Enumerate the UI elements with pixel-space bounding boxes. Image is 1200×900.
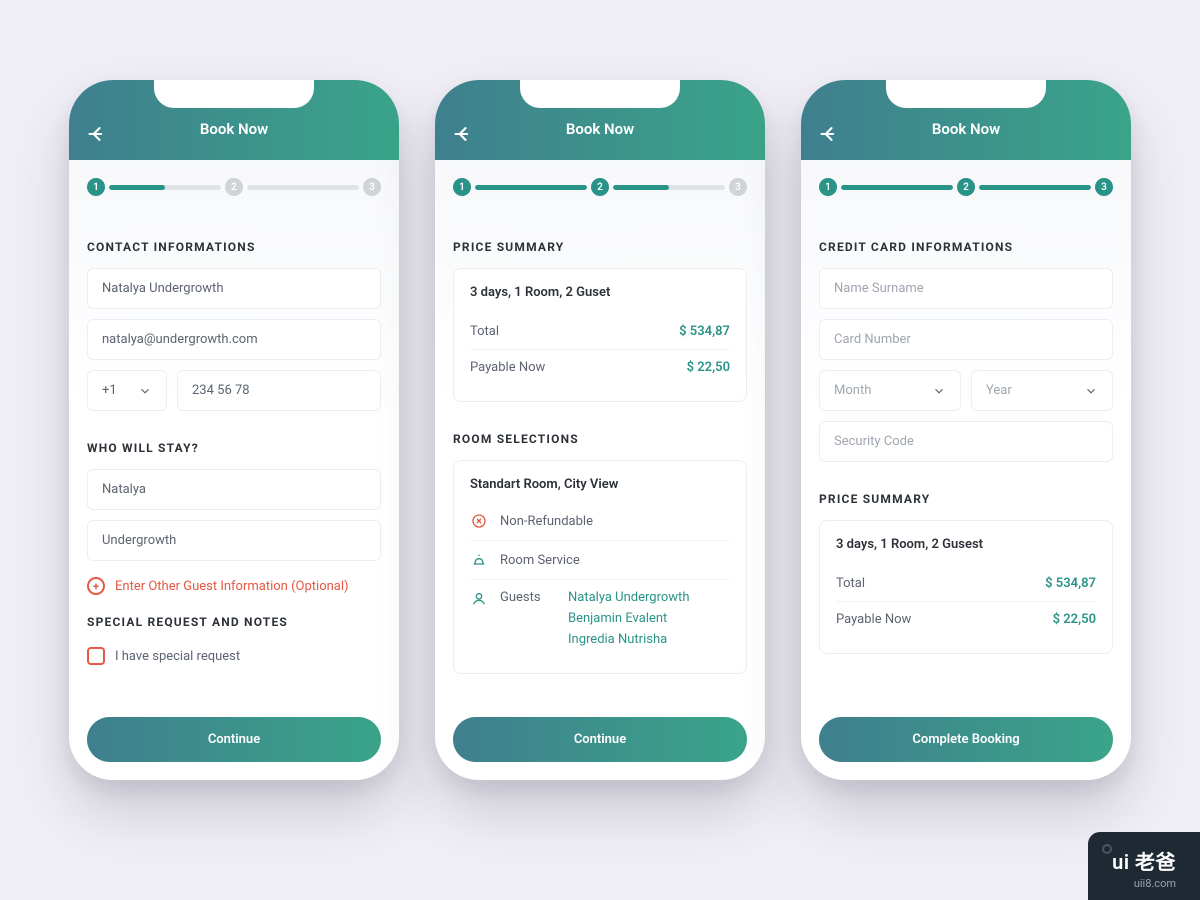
section-stay-label: WHO WILL STAY?	[87, 441, 381, 455]
cvv-input[interactable]: Security Code	[819, 421, 1113, 462]
section-price-label: PRICE SUMMARY	[453, 240, 747, 254]
total-value: $ 534,87	[679, 324, 730, 339]
phone-screen-summary: Book Now 1 2 3 PRICE SUMMARY 3 days, 1 R…	[435, 80, 765, 780]
guest-name: Benjamin Evalent	[568, 611, 689, 626]
watermark-url: uii8.com	[1112, 877, 1176, 890]
progress-stepper: 1 2 3	[819, 178, 1113, 196]
app-header: Book Now	[435, 80, 765, 160]
room-service-label: Room Service	[500, 553, 580, 568]
back-button[interactable]	[87, 122, 111, 146]
guest-name: Ingredia Nutrisha	[568, 632, 689, 647]
special-request-checkbox-row[interactable]: I have special request	[87, 647, 381, 665]
phone-input[interactable]: 234 56 78	[177, 370, 381, 411]
cardholder-input[interactable]: Name Surname	[819, 268, 1113, 309]
continue-button[interactable]: Continue	[453, 717, 747, 762]
arrow-left-icon	[819, 124, 839, 144]
back-button[interactable]	[819, 122, 843, 146]
price-summary-card: 3 days, 1 Room, 2 Gusest Total $ 534,87 …	[819, 520, 1113, 654]
arrow-left-icon	[453, 124, 473, 144]
page-title: Book Now	[200, 120, 268, 138]
page-title: Book Now	[566, 120, 634, 138]
progress-stepper: 1 2 3	[87, 178, 381, 196]
circle-icon	[1102, 844, 1112, 854]
chevron-down-icon	[1084, 384, 1098, 398]
step-2-dot: 2	[225, 178, 243, 196]
guest-lastname-input[interactable]: Undergrowth	[87, 520, 381, 561]
app-header: Book Now	[69, 80, 399, 160]
phone-screen-payment: Book Now 1 2 3 CREDIT CARD INFORMATIONS …	[801, 80, 1131, 780]
page-title: Book Now	[932, 120, 1000, 138]
dialcode-value: +1	[102, 383, 117, 398]
guest-list: Natalya Undergrowth Benjamin Evalent Ing…	[568, 590, 689, 647]
total-label: Total	[836, 576, 865, 591]
expiry-month-select[interactable]: Month	[819, 370, 961, 411]
phone-screen-contact: Book Now 1 2 3 CONTACT INFORMATIONS Nata…	[69, 80, 399, 780]
payable-value: $ 22,50	[1053, 612, 1096, 627]
payable-value: $ 22,50	[687, 360, 730, 375]
email-input[interactable]: natalya@undergrowth.com	[87, 319, 381, 360]
step-1-dot: 1	[453, 178, 471, 196]
payable-label: Payable Now	[470, 360, 545, 375]
chevron-down-icon	[138, 384, 152, 398]
step-1-dot: 1	[87, 178, 105, 196]
section-room-label: ROOM SELECTIONS	[453, 432, 747, 446]
bell-icon	[470, 551, 488, 569]
phone-notch	[154, 80, 314, 108]
dialcode-select[interactable]: +1	[87, 370, 167, 411]
chevron-down-icon	[932, 384, 946, 398]
booking-summary-text: 3 days, 1 Room, 2 Gusest	[836, 537, 1096, 552]
total-label: Total	[470, 324, 499, 339]
step-1-dot: 1	[819, 178, 837, 196]
add-guest-label: Enter Other Guest Information (Optional)	[115, 579, 349, 594]
total-value: $ 534,87	[1045, 576, 1096, 591]
continue-button[interactable]: Continue	[87, 717, 381, 762]
step-2-dot: 2	[591, 178, 609, 196]
complete-booking-button[interactable]: Complete Booking	[819, 717, 1113, 762]
step-3-dot: 3	[729, 178, 747, 196]
payable-label: Payable Now	[836, 612, 911, 627]
room-title: Standart Room, City View	[470, 477, 730, 492]
cancel-circle-icon	[470, 512, 488, 530]
guest-firstname-input[interactable]: Natalya	[87, 469, 381, 510]
month-placeholder: Month	[834, 383, 871, 398]
arrow-left-icon	[87, 124, 107, 144]
booking-summary-text: 3 days, 1 Room, 2 Guset	[470, 285, 730, 300]
phone-notch	[520, 80, 680, 108]
progress-stepper: 1 2 3	[453, 178, 747, 196]
guest-name: Natalya Undergrowth	[568, 590, 689, 605]
app-header: Book Now	[801, 80, 1131, 160]
step-3-dot: 3	[363, 178, 381, 196]
plus-circle-icon: +	[87, 577, 105, 595]
section-card-label: CREDIT CARD INFORMATIONS	[819, 240, 1113, 254]
add-guest-link[interactable]: + Enter Other Guest Information (Optiona…	[87, 577, 381, 595]
section-price-label: PRICE SUMMARY	[819, 492, 1113, 506]
phone-notch	[886, 80, 1046, 108]
guests-label: Guests	[500, 590, 556, 605]
step-2-dot: 2	[957, 178, 975, 196]
checkbox-icon	[87, 647, 105, 665]
price-summary-card: 3 days, 1 Room, 2 Guset Total $ 534,87 P…	[453, 268, 747, 402]
section-contact-label: CONTACT INFORMATIONS	[87, 240, 381, 254]
user-icon	[470, 590, 488, 608]
expiry-year-select[interactable]: Year	[971, 370, 1113, 411]
step-3-dot: 3	[1095, 178, 1113, 196]
room-selection-card: Standart Room, City View Non-Refundable …	[453, 460, 747, 674]
watermark: ui 老爸 uii8.com	[1088, 832, 1200, 900]
year-placeholder: Year	[986, 383, 1012, 398]
fullname-input[interactable]: Natalya Undergrowth	[87, 268, 381, 309]
section-notes-label: SPECIAL REQUEST AND NOTES	[87, 615, 381, 629]
non-refundable-label: Non-Refundable	[500, 514, 593, 529]
watermark-logo: ui 老爸	[1112, 846, 1176, 875]
special-request-label: I have special request	[115, 649, 240, 664]
cardnumber-input[interactable]: Card Number	[819, 319, 1113, 360]
back-button[interactable]	[453, 122, 477, 146]
